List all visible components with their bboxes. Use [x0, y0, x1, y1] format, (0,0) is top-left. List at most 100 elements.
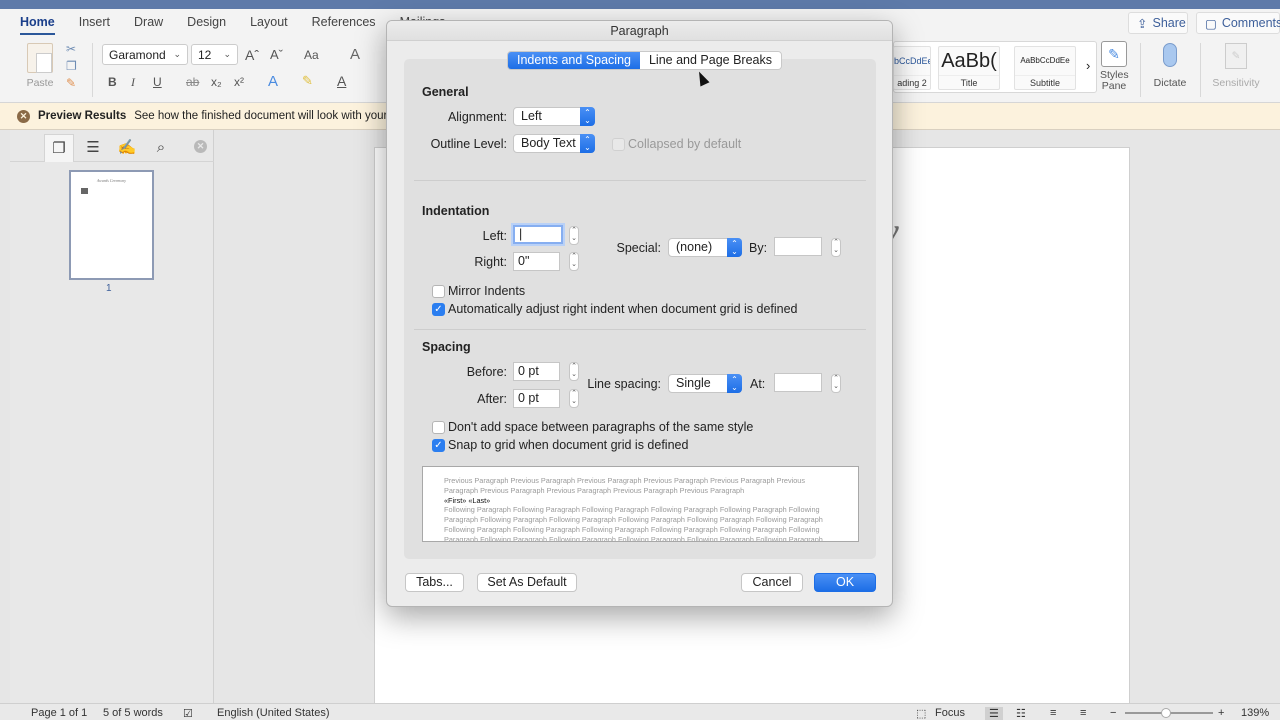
styles-pane-icon: ✎: [1101, 41, 1127, 67]
auto-adjust-right-indent-checkbox[interactable]: ✓: [432, 303, 445, 316]
edit-document-icon: ✍: [117, 139, 137, 156]
page-thumbnail[interactable]: Awards Ceremony: [69, 170, 154, 280]
font-color-icon[interactable]: A: [337, 73, 346, 89]
thumbnail-image: [81, 188, 88, 194]
divider: [1200, 43, 1201, 97]
font-size-dropdown[interactable]: 12 ⌄: [191, 44, 238, 65]
shrink-font-button[interactable]: Aˇ: [270, 47, 283, 62]
by-label: By:: [749, 241, 768, 255]
dictate-button[interactable]: Dictate: [1150, 41, 1190, 89]
spacing-after-input[interactable]: 0 pt: [513, 389, 560, 408]
underline-button[interactable]: U: [153, 75, 162, 89]
spacing-before-input[interactable]: 0 pt: [513, 362, 560, 381]
line-spacing-select[interactable]: Single ⌃ ⌄: [668, 374, 742, 393]
tab-draw[interactable]: Draw: [134, 9, 163, 37]
thumbnail-title: Awards Ceremony: [96, 178, 127, 183]
subscript-button[interactable]: x₂: [211, 75, 222, 89]
web-layout-icon[interactable]: ☷: [1016, 707, 1026, 720]
text-effects-icon[interactable]: A: [268, 73, 278, 90]
comments-button[interactable]: ▢ Comments: [1196, 12, 1280, 34]
by-input[interactable]: [774, 237, 822, 256]
by-stepper[interactable]: ⌃ ⌄: [831, 238, 841, 257]
style-sample: AaBb(: [941, 50, 997, 72]
superscript-button[interactable]: x²: [234, 75, 244, 89]
tabs-button[interactable]: Tabs...: [405, 573, 464, 592]
microphone-icon: [1163, 43, 1177, 67]
special-label: Special:: [616, 241, 661, 255]
style-heading-2[interactable]: bCcDdEe ading 2: [893, 46, 931, 90]
special-select[interactable]: (none) ⌃ ⌄: [668, 238, 742, 257]
tab-references[interactable]: References: [312, 9, 376, 37]
spacing-heading: Spacing: [422, 340, 471, 354]
change-case-button[interactable]: Aa: [304, 48, 319, 62]
font-name-dropdown[interactable]: Garamond ⌄: [102, 44, 188, 65]
ok-button[interactable]: OK: [814, 573, 876, 592]
tab-home[interactable]: Home: [20, 9, 55, 37]
dont-add-space-checkbox[interactable]: [432, 421, 445, 434]
strikethrough-button[interactable]: ab: [186, 75, 199, 89]
close-preview-icon[interactable]: ✕: [17, 109, 30, 123]
highlight-icon[interactable]: ✎: [302, 73, 313, 89]
snap-to-grid-checkbox[interactable]: ✓: [432, 439, 445, 452]
proofing-icon[interactable]: ☑: [183, 707, 193, 720]
mirror-indents-checkbox[interactable]: [432, 285, 445, 298]
style-subtitle[interactable]: AaBbCcDdEe Subtitle: [1014, 46, 1076, 90]
set-as-default-button[interactable]: Set As Default: [477, 573, 577, 592]
styles-more-button[interactable]: ›: [1086, 58, 1090, 73]
alignment-select[interactable]: Left ⌃ ⌄: [513, 107, 595, 126]
close-pane-icon[interactable]: ✕: [194, 140, 207, 153]
zoom-in-button[interactable]: +: [1218, 707, 1224, 719]
share-button[interactable]: ⇪ Share: [1128, 12, 1188, 34]
zoom-slider-handle[interactable]: [1161, 708, 1172, 718]
cut-icon[interactable]: ✂: [66, 42, 80, 56]
spacing-before-value: 0 pt: [518, 364, 539, 378]
tab-design[interactable]: Design: [187, 9, 226, 37]
tab-layout[interactable]: Layout: [250, 9, 288, 37]
outline-tab[interactable]: ☰: [78, 134, 108, 162]
cancel-button[interactable]: Cancel: [741, 573, 803, 592]
dialog-tabs: Indents and Spacing Line and Page Breaks: [507, 51, 782, 70]
styles-pane-button[interactable]: ✎ Styles Pane: [1100, 41, 1129, 92]
collapsed-by-default-label: Collapsed by default: [628, 137, 742, 151]
outline-level-select[interactable]: Body Text ⌃ ⌄: [513, 134, 595, 153]
print-layout-icon[interactable]: ☰: [985, 707, 1003, 720]
spacing-after-stepper[interactable]: ⌃ ⌄: [569, 389, 579, 408]
comments-tab[interactable]: ✍: [112, 134, 142, 162]
right-indent-stepper[interactable]: ⌃ ⌄: [569, 252, 579, 271]
snap-to-grid-label: Snap to grid when document grid is defin…: [448, 438, 689, 452]
word-count[interactable]: 5 of 5 words: [103, 707, 163, 719]
tab-indents-and-spacing[interactable]: Indents and Spacing: [508, 52, 640, 69]
focus-button[interactable]: Focus: [935, 707, 965, 719]
dialog-body: General Alignment: Left ⌃ ⌄ Outline Level…: [404, 59, 876, 559]
grow-font-button[interactable]: Aˆ: [245, 47, 259, 63]
format-painter-icon[interactable]: ✎: [66, 76, 80, 90]
tab-insert[interactable]: Insert: [79, 9, 110, 37]
tab-line-and-page-breaks[interactable]: Line and Page Breaks: [639, 52, 781, 69]
paste-button[interactable]: Paste: [20, 43, 60, 89]
left-indent-input[interactable]: |: [513, 225, 563, 244]
style-sample: bCcDdEe: [894, 56, 930, 66]
outline-view-icon[interactable]: ≡: [1050, 707, 1056, 719]
search-tab[interactable]: ⌕: [146, 134, 176, 162]
zoom-level[interactable]: 139%: [1241, 707, 1269, 719]
page-count[interactable]: Page 1 of 1: [31, 707, 87, 719]
language[interactable]: English (United States): [217, 707, 330, 719]
zoom-out-button[interactable]: −: [1110, 707, 1116, 719]
clear-formatting-icon[interactable]: A: [350, 46, 360, 63]
draft-view-icon[interactable]: ≡: [1080, 707, 1086, 719]
at-stepper[interactable]: ⌃ ⌄: [831, 374, 841, 393]
sensitivity-button[interactable]: ✎ Sensitivity: [1208, 41, 1264, 89]
collapsed-by-default-checkbox[interactable]: [612, 138, 625, 151]
copy-icon[interactable]: ❐: [66, 59, 80, 73]
left-indent-stepper[interactable]: ⌃ ⌄: [569, 226, 579, 245]
line-spacing-label: Line spacing:: [587, 377, 661, 391]
right-indent-input[interactable]: 0": [513, 252, 560, 271]
italic-button[interactable]: I: [131, 75, 135, 90]
outline-level-label: Outline Level:: [430, 137, 507, 151]
alignment-label: Alignment:: [447, 110, 507, 124]
bold-button[interactable]: B: [108, 75, 117, 89]
right-indent-label: Right:: [474, 255, 507, 269]
at-input[interactable]: [774, 373, 822, 392]
style-title[interactable]: AaBb( Title: [938, 46, 1000, 90]
thumbnails-tab[interactable]: ❐: [44, 134, 74, 162]
